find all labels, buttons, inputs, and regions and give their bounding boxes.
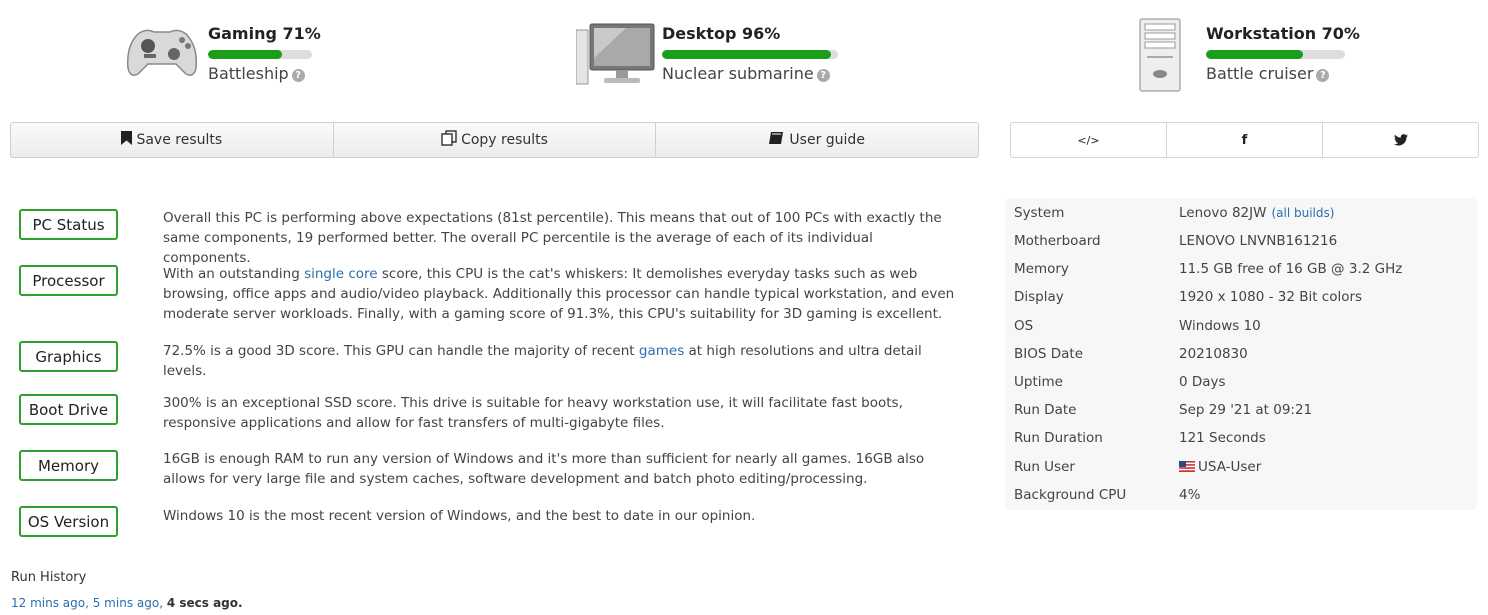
- gamepad-icon: [126, 29, 198, 76]
- spec-value: LENOVO LNVNB161216: [1179, 233, 1338, 249]
- spec-key: Background CPU: [1014, 487, 1127, 503]
- spec-value: USA-User: [1198, 459, 1262, 475]
- twitter-icon: [1393, 134, 1408, 146]
- run-history-link[interactable]: 5 mins ago: [93, 596, 159, 610]
- spec-value: 121 Seconds: [1179, 430, 1266, 446]
- spec-key: Memory: [1014, 261, 1069, 277]
- single-core-link[interactable]: single core: [304, 266, 378, 282]
- facebook-icon: f: [1241, 132, 1248, 148]
- spec-value: 20210830: [1179, 346, 1248, 362]
- usage-progress-bar: [1206, 50, 1345, 59]
- usage-progress-bar: [208, 50, 312, 59]
- spec-value: 1920 x 1080 - 32 Bit colors: [1179, 289, 1363, 305]
- spec-key: Run User: [1014, 459, 1075, 475]
- graphics-description: 72.5% is a good 3D score. This GPU can h…: [163, 343, 922, 379]
- spec-key: Run Date: [1014, 402, 1077, 418]
- os-version-badge[interactable]: OS Version: [19, 506, 118, 537]
- copy-results-button[interactable]: Copy results: [334, 123, 657, 157]
- spec-value: Lenovo 82JW: [1179, 205, 1267, 221]
- user-guide-button[interactable]: User guide: [656, 123, 978, 157]
- processor-description: With an outstanding single core score, t…: [163, 266, 955, 322]
- help-icon[interactable]: ?: [1316, 69, 1330, 82]
- spec-key: System: [1014, 205, 1065, 221]
- book-icon: [769, 131, 785, 149]
- help-icon[interactable]: ?: [816, 69, 830, 82]
- all-builds-link[interactable]: (all builds): [1271, 206, 1334, 220]
- usage-title: Gaming 71%: [208, 24, 321, 43]
- spec-value: Sep 29 '21 at 09:21: [1179, 402, 1313, 418]
- graphics-badge[interactable]: Graphics: [19, 341, 118, 372]
- system-specs-panel: System Lenovo 82JW (all builds) Motherboa…: [1005, 198, 1477, 510]
- help-icon[interactable]: ?: [291, 69, 305, 82]
- boot-drive-description: 300% is an exceptional SSD score. This d…: [163, 395, 903, 431]
- code-icon: </>: [1077, 133, 1100, 147]
- usage-title: Desktop 96%: [662, 24, 781, 43]
- boot-drive-badge[interactable]: Boot Drive: [19, 394, 118, 425]
- run-history-title: Run History: [11, 570, 87, 585]
- spec-key: BIOS Date: [1014, 346, 1083, 362]
- spec-key: Run Duration: [1014, 430, 1103, 446]
- twitter-share-button[interactable]: [1323, 123, 1478, 157]
- pc-status-description: Overall this PC is performing above expe…: [163, 210, 942, 266]
- pc-status-badge[interactable]: PC Status: [19, 209, 118, 240]
- bookmark-icon: [121, 131, 133, 149]
- spec-value: 0 Days: [1179, 374, 1226, 390]
- usage-progress-bar: [662, 50, 838, 59]
- processor-badge[interactable]: Processor: [19, 265, 118, 296]
- share-toolbar: </> f: [1010, 122, 1479, 158]
- memory-description: 16GB is enough RAM to run any version of…: [163, 451, 925, 487]
- tower-icon: [1139, 18, 1181, 92]
- os-version-description: Windows 10 is the most recent version of…: [163, 508, 756, 524]
- run-history-current: 4 secs ago.: [166, 596, 243, 610]
- results-toolbar: Save results Copy results User guide: [10, 122, 979, 158]
- embed-button[interactable]: </>: [1011, 123, 1167, 157]
- us-flag-icon: [1179, 461, 1195, 472]
- spec-key: Motherboard: [1014, 233, 1101, 249]
- usage-subtitle: Nuclear submarine: [662, 64, 814, 83]
- games-link[interactable]: games: [639, 343, 684, 359]
- memory-badge[interactable]: Memory: [19, 450, 118, 481]
- usage-subtitle: Battleship: [208, 64, 289, 83]
- usage-title: Workstation 70%: [1206, 24, 1360, 43]
- spec-key: Uptime: [1014, 374, 1063, 390]
- spec-key: Display: [1014, 289, 1064, 305]
- usage-subtitle: Battle cruiser: [1206, 64, 1314, 83]
- run-history-link[interactable]: 12 mins ago: [11, 596, 85, 610]
- spec-value: Windows 10: [1179, 318, 1261, 334]
- spec-key: OS: [1014, 318, 1034, 334]
- spec-value: 4%: [1179, 487, 1201, 503]
- copy-icon: [441, 130, 457, 150]
- monitor-icon: [576, 23, 655, 85]
- save-results-button[interactable]: Save results: [11, 123, 334, 157]
- facebook-share-button[interactable]: f: [1167, 123, 1323, 157]
- run-history-list: 12 mins ago, 5 mins ago, 4 secs ago.: [11, 596, 243, 610]
- spec-value: 11.5 GB free of 16 GB @ 3.2 GHz: [1179, 261, 1403, 277]
